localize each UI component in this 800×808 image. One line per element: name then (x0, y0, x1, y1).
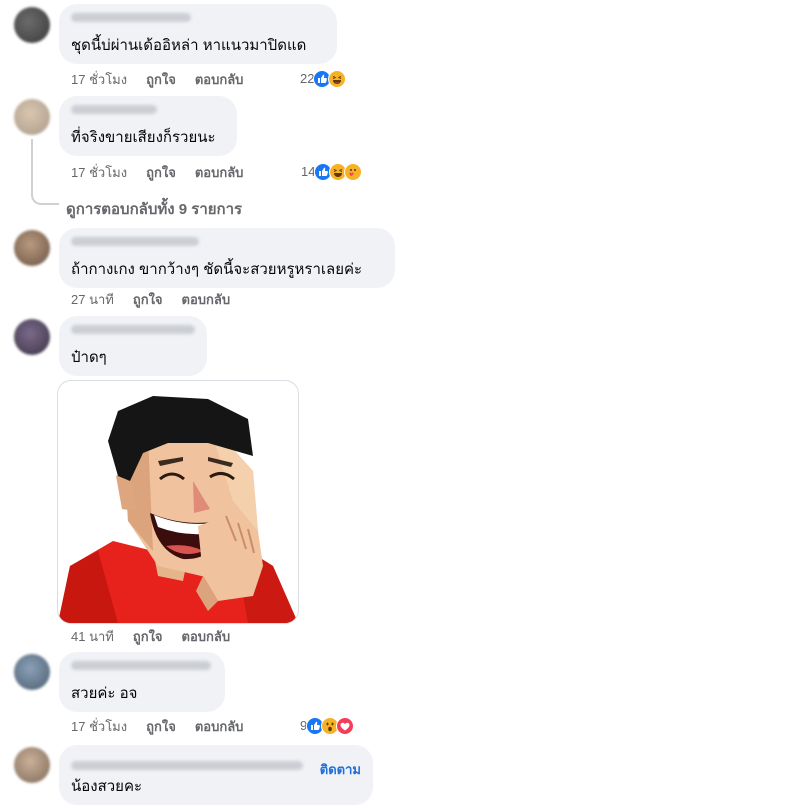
comment-bubble: สวยค่ะ อจ (59, 652, 225, 712)
like-button[interactable]: ถูกใจ (146, 719, 176, 735)
avatar[interactable] (14, 747, 50, 783)
comment-text: ที่จริงขายเสียงก็รวยนะ (71, 129, 216, 146)
reply-button[interactable]: ตอบกลับ (182, 292, 231, 308)
avatar[interactable] (14, 230, 50, 266)
like-button[interactable]: ถูกใจ (133, 629, 163, 645)
comment-text: ชุดนี้บ่ผ่านเด้ออิหล่า หาแนวมาปิดแด (71, 37, 307, 54)
like-button[interactable]: ถูกใจ (146, 165, 176, 181)
reply-button[interactable]: ตอบกลับ (195, 72, 244, 88)
avatar[interactable] (14, 7, 50, 43)
commenter-name-blurred[interactable] (71, 325, 195, 334)
comment-text: ป๋าดๆ (71, 349, 107, 366)
comment-timestamp[interactable]: 17 ชั่วโมง (71, 72, 127, 88)
reaction-summary[interactable]: 22 (300, 70, 347, 88)
comment-bubble: ชุดนี้บ่ผ่านเด้ออิหล่า หาแนวมาปิดแด (59, 4, 337, 64)
reply-button[interactable]: ตอบกลับ (182, 629, 231, 645)
comment-timestamp[interactable]: 17 ชั่วโมง (71, 165, 127, 181)
comment-actions: 27 นาที ถูกใจ ตอบกลับ (71, 292, 249, 308)
comment-bubble: ถ้ากางเกง ขากว้างๆ ชัดนี้จะสวยหรูหราเลยค… (59, 228, 395, 288)
comment-text: สวยค่ะ อจ (71, 685, 138, 702)
reply-button[interactable]: ตอบกลับ (195, 165, 244, 181)
avatar[interactable] (14, 654, 50, 690)
reply-button[interactable]: ตอบกลับ (195, 719, 244, 735)
comment-bubble: ป๋าดๆ (59, 316, 207, 376)
avatar[interactable] (14, 319, 50, 355)
love-icon (336, 717, 355, 735)
commenter-name-blurred[interactable] (71, 761, 303, 770)
comment-timestamp[interactable]: 41 นาที (71, 629, 114, 645)
reply-thread-line (31, 139, 59, 205)
commenter-name-blurred[interactable] (71, 13, 191, 22)
comment-text: ถ้ากางเกง ขากว้างๆ ชัดนี้จะสวยหรูหราเลยค… (71, 261, 363, 278)
commenter-name-blurred[interactable] (71, 661, 211, 670)
like-button[interactable]: ถูกใจ (146, 72, 176, 88)
view-replies-link[interactable]: ดูการตอบกลับทั้ง 9 รายการ (66, 197, 242, 221)
comment-text: น้องสวยคะ (71, 778, 143, 795)
reaction-count: 22 (300, 71, 315, 86)
comment-actions: 17 ชั่วโมง ถูกใจ ตอบกลับ (71, 165, 262, 181)
comment-bubble: ติดตาม น้องสวยคะ (59, 745, 373, 805)
reaction-summary[interactable]: 14 (301, 163, 363, 181)
comment-actions: 17 ชั่วโมง ถูกใจ ตอบกลับ (71, 72, 262, 88)
like-button[interactable]: ถูกใจ (133, 292, 163, 308)
comment-timestamp[interactable]: 27 นาที (71, 292, 114, 308)
comment-actions: 41 นาที ถูกใจ ตอบกลับ (71, 629, 249, 645)
reaction-count: 14 (301, 164, 316, 179)
haha-icon (328, 70, 347, 88)
comment-timestamp[interactable]: 17 ชั่วโมง (71, 719, 127, 735)
comment-actions: 17 ชั่วโมง ถูกใจ ตอบกลับ (71, 719, 262, 735)
avatar[interactable] (14, 99, 50, 135)
laughing-man-sticker[interactable] (57, 380, 299, 624)
follow-button[interactable]: ติดตาม (320, 759, 361, 780)
care-icon (344, 163, 363, 181)
reaction-summary[interactable]: 9 (300, 717, 355, 735)
commenter-name-blurred[interactable] (71, 105, 157, 114)
comment-bubble: ที่จริงขายเสียงก็รวยนะ (59, 96, 237, 156)
commenter-name-blurred[interactable] (71, 237, 199, 246)
